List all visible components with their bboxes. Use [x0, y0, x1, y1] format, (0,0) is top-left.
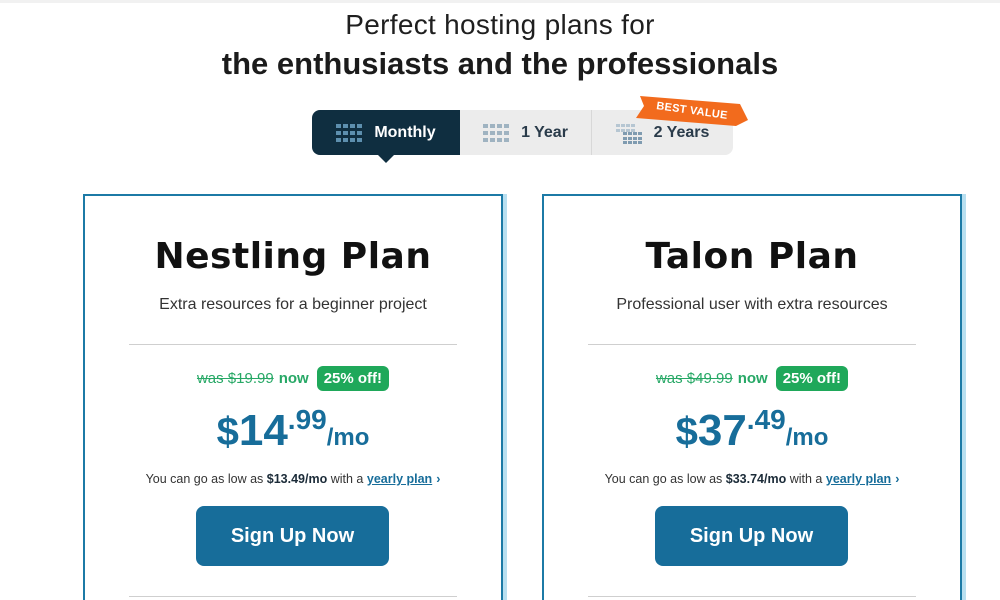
sign-up-button[interactable]: Sign Up Now: [196, 506, 389, 566]
top-border: [0, 0, 1000, 3]
term-monthly-tab[interactable]: Monthly: [312, 110, 460, 155]
price-whole: 14: [238, 406, 288, 455]
calendar-grid-icon: [336, 123, 363, 142]
original-price: was $49.99: [655, 370, 733, 387]
discount-badge: 25% off!: [316, 366, 390, 391]
term-monthly-label: Monthly: [374, 123, 436, 141]
divider: [129, 596, 457, 597]
page-headline: Perfect hosting plans for the enthusiast…: [0, 8, 1000, 84]
original-price: was $19.99: [196, 370, 274, 387]
yearly-plan-note: You can go as low as $13.49/mo with a ye…: [85, 472, 501, 486]
yearly-plan-link[interactable]: yearly plan: [826, 472, 891, 486]
plan-name: Talon Plan: [645, 236, 859, 277]
headline-line-1: Perfect hosting plans for: [345, 9, 655, 40]
discount-row: was $19.99 now 25% off!: [85, 366, 501, 391]
note-prefix: You can go as low as: [145, 472, 264, 486]
plan-description: Professional user with extra resources: [616, 296, 888, 313]
note-mid: with a: [789, 472, 823, 486]
plan-description: Extra resources for a beginner project: [159, 296, 427, 313]
calendar-grid-icon: [483, 123, 510, 142]
term-1-year-label: 1 Year: [521, 123, 568, 141]
chevron-right-icon[interactable]: ›: [895, 472, 899, 486]
price-whole: 37: [697, 406, 747, 455]
price-cents: .49: [746, 404, 786, 435]
plan-card-talon: Talon Plan Professional user with extra …: [542, 194, 962, 600]
divider: [588, 596, 916, 597]
sign-up-button[interactable]: Sign Up Now: [655, 506, 848, 566]
price-unit: /mo: [785, 424, 829, 451]
note-price: $13.49/mo: [266, 472, 328, 486]
plan-card-nestling: Nestling Plan Extra resources for a begi…: [83, 194, 503, 600]
chevron-right-icon[interactable]: ›: [436, 472, 440, 486]
note-mid: with a: [330, 472, 364, 486]
now-label: now: [737, 370, 768, 387]
note-price: $33.74/mo: [725, 472, 787, 486]
divider: [129, 344, 457, 345]
best-value-badge: BEST VALUE: [636, 96, 748, 126]
term-1-year-tab[interactable]: 1 Year: [460, 110, 591, 155]
yearly-plan-note: You can go as low as $33.74/mo with a ye…: [544, 472, 960, 486]
plan-price: $37.49/mo: [544, 404, 960, 456]
now-label: now: [278, 370, 309, 387]
price-cents: .99: [287, 404, 327, 435]
note-prefix: You can go as low as: [604, 472, 723, 486]
plan-price: $14.99/mo: [85, 404, 501, 456]
price-currency: $: [216, 410, 239, 454]
plan-name: Nestling Plan: [154, 236, 432, 277]
discount-row: was $49.99 now 25% off!: [544, 366, 960, 391]
price-currency: $: [675, 410, 698, 454]
price-unit: /mo: [326, 424, 370, 451]
discount-badge: 25% off!: [775, 366, 849, 391]
yearly-plan-link[interactable]: yearly plan: [367, 472, 432, 486]
double-calendar-icon: [615, 123, 642, 144]
divider: [588, 344, 916, 345]
selected-term-pointer: [378, 155, 394, 163]
headline-line-2: the enthusiasts and the professionals: [221, 46, 779, 81]
